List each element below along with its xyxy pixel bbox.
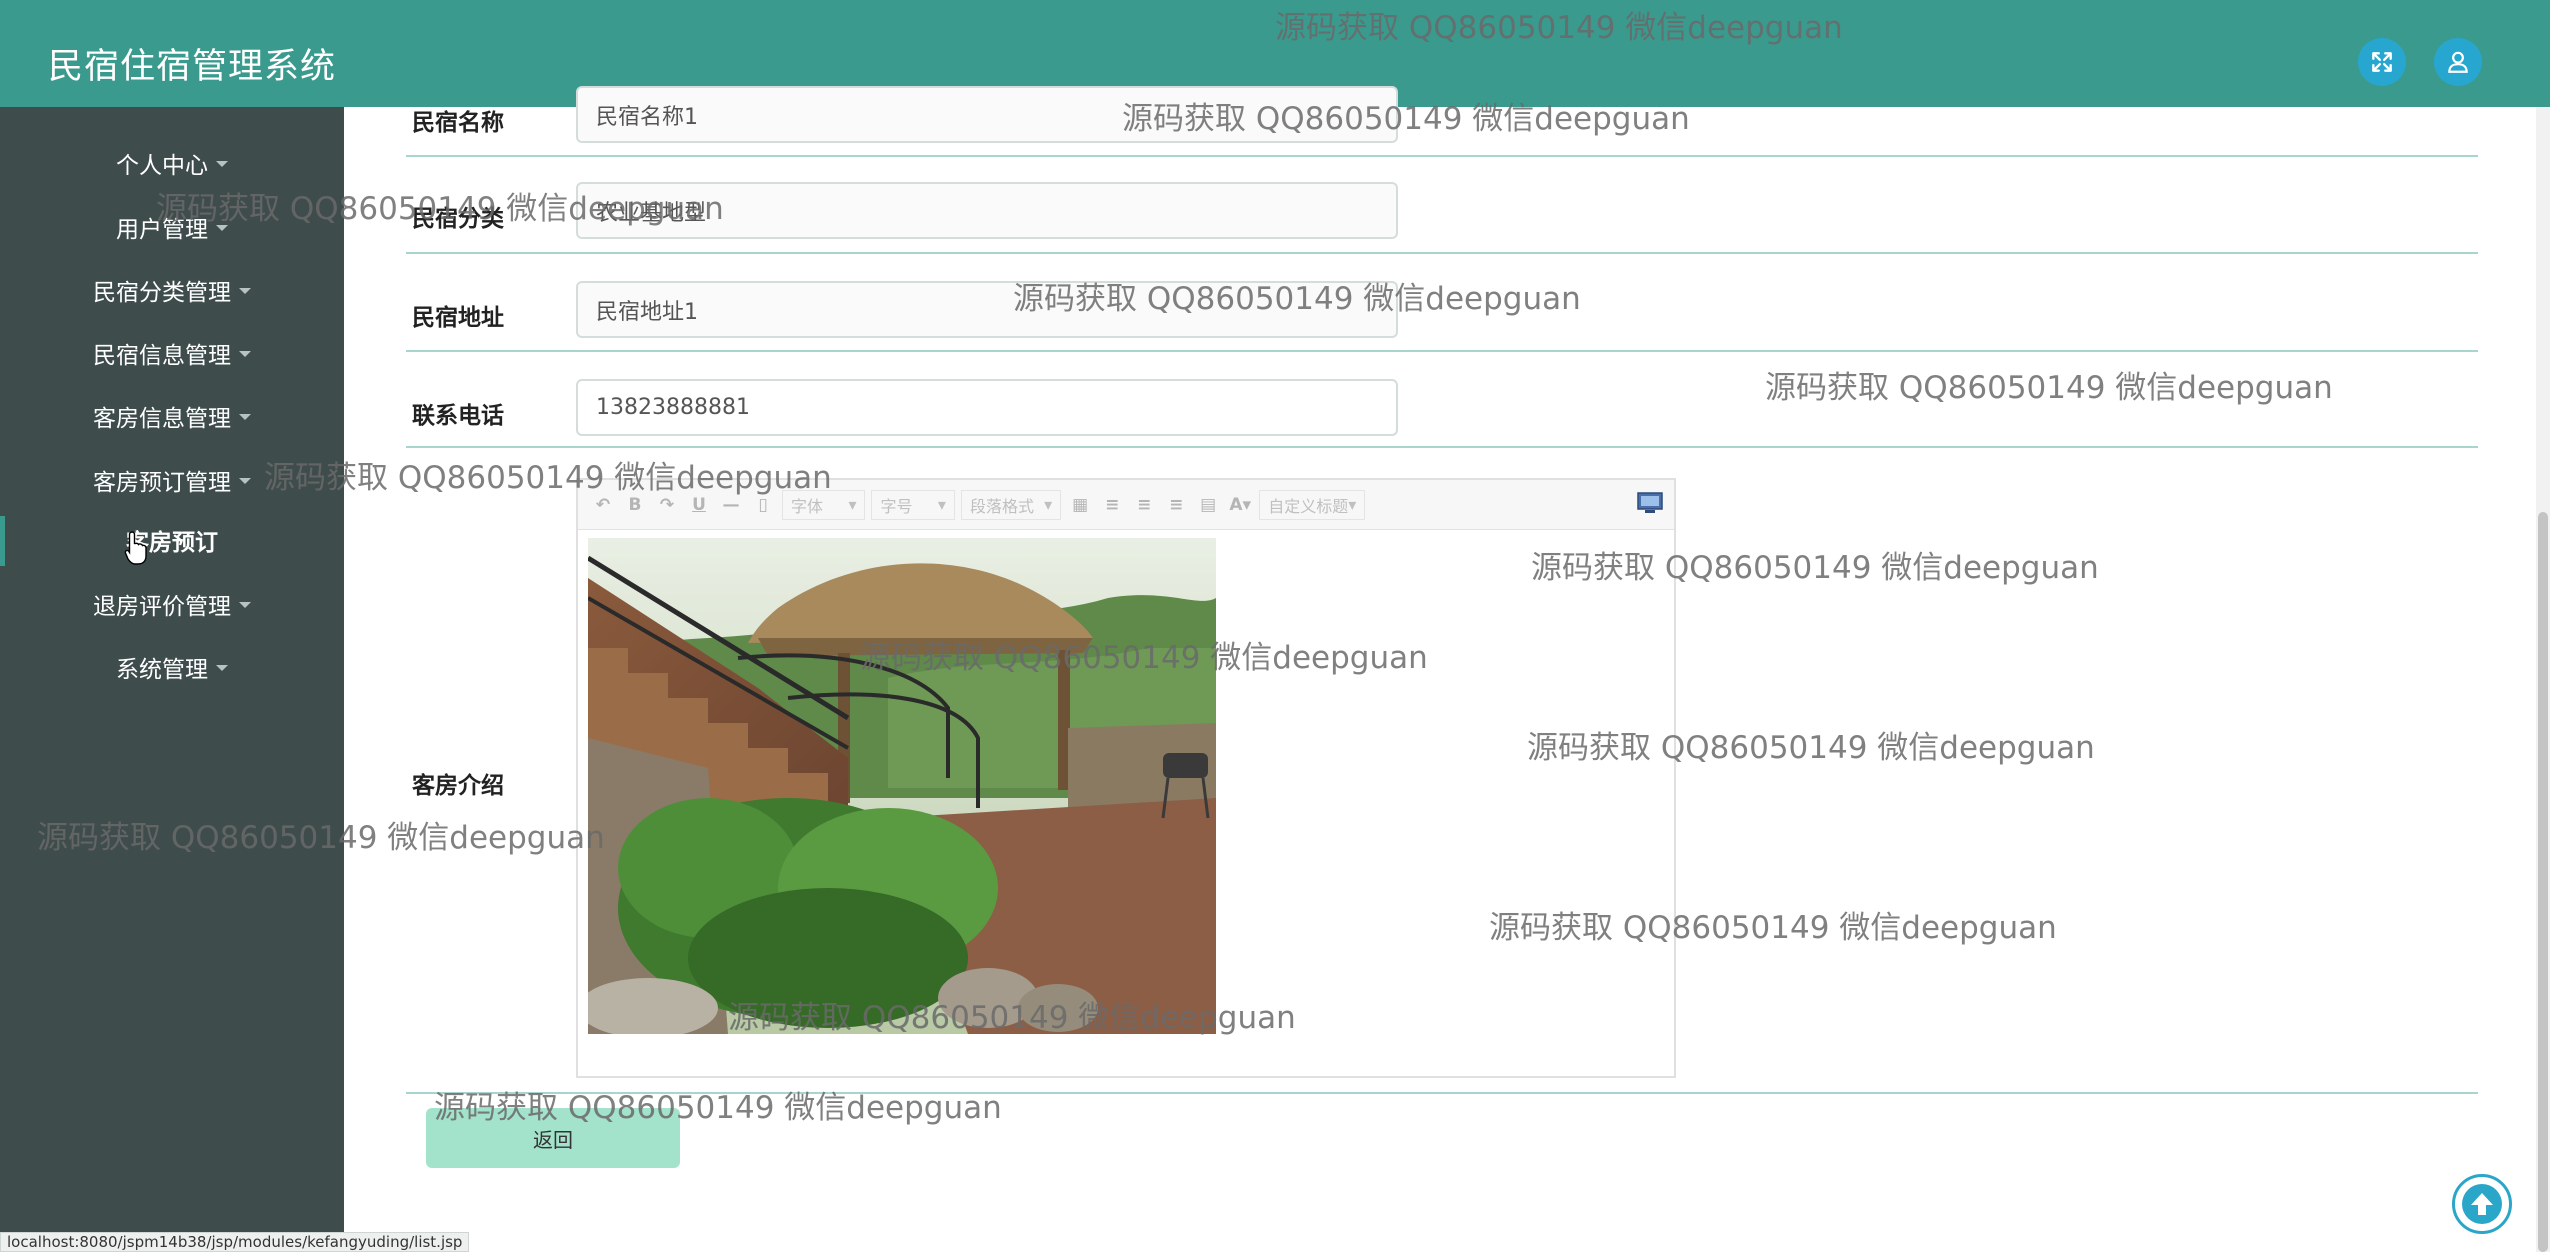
caret-down-icon (239, 288, 251, 294)
sidebar-item-label: 客房信息管理 (93, 406, 231, 432)
watermark-text: 源码获取 QQ86050149 微信deepguan (728, 1000, 1296, 1036)
homestay-name-label: 民宿名称 (412, 110, 504, 136)
caret-down-icon (239, 478, 251, 484)
active-indicator (0, 516, 5, 566)
paragraph-select-label: 段落格式 (969, 496, 1034, 516)
underline-icon[interactable]: U (686, 495, 712, 515)
back-to-top-button[interactable] (2452, 1174, 2512, 1234)
watermark-text: 源码获取 QQ86050149 微信deepguan (860, 640, 1428, 676)
hand-cursor-icon (124, 531, 147, 565)
caret-down-icon (216, 665, 228, 671)
sidebar-item-label: 客房预订管理 (93, 470, 231, 496)
row-divider (406, 155, 2478, 157)
clear-format-icon[interactable]: ▯ (750, 495, 776, 515)
row-divider (406, 446, 2478, 448)
user-icon (2448, 51, 2468, 73)
caret-down-icon (239, 414, 251, 420)
caret-down-icon (216, 161, 228, 167)
custom-title-select[interactable]: 自定义标题 ▾ (1259, 489, 1366, 520)
row-divider (406, 350, 2478, 352)
phone-label: 联系电话 (412, 403, 504, 429)
sidebar-item-checkout-review-management[interactable]: 退房评价管理 (0, 576, 344, 632)
sidebar-item-category-management[interactable]: 民宿分类管理 (0, 262, 344, 318)
room-photo (588, 538, 1216, 1034)
watermark-text: 源码获取 QQ86050149 微信deepguan (1013, 281, 1581, 317)
watermark-text: 源码获取 QQ86050149 微信deepguan (156, 191, 724, 227)
homestay-address-label: 民宿地址 (412, 305, 504, 331)
sidebar-item-label: 系统管理 (116, 657, 208, 683)
sidebar-item-room-booking[interactable]: 客房预订 (0, 512, 344, 568)
sidebar-item-homestay-info-management[interactable]: 民宿信息管理 (0, 325, 344, 381)
align-right-icon[interactable]: ≡ (1131, 495, 1157, 515)
fullscreen-button[interactable] (2358, 38, 2406, 86)
custom-title-label: 自定义标题 (1268, 496, 1349, 516)
sidebar-item-system-management[interactable]: 系统管理 (0, 639, 344, 695)
room-intro-editor[interactable]: ↶ B ↷ U — ▯ 字体 ▾ 字号 ▾ 段落格式 ▾ ▦ ≡ ≡ ≡ ▤ A… (576, 478, 1676, 1078)
watermark-text: 源码获取 QQ86050149 微信deepguan (1122, 101, 1690, 137)
source-view-icon[interactable] (1636, 490, 1664, 516)
caret-down-icon (239, 602, 251, 608)
align-left-icon[interactable]: ≡ (1099, 495, 1125, 515)
room-intro-label: 客房介绍 (412, 773, 504, 799)
sidebar-item-label: 退房评价管理 (93, 594, 231, 620)
sidebar-item-label: 个人中心 (116, 153, 208, 179)
watermark-text: 源码获取 QQ86050149 微信deepguan (1275, 10, 1843, 46)
sidebar-item-label: 民宿分类管理 (93, 280, 231, 306)
fullscreen-icon (2372, 52, 2392, 72)
font-color-label: A (1229, 494, 1243, 515)
watermark-text: 源码获取 QQ86050149 微信deepguan (37, 820, 605, 856)
browser-status-bar: localhost:8080/jspm14b38/jsp/modules/kef… (0, 1232, 470, 1252)
redo-icon[interactable]: ↷ (654, 495, 680, 515)
watermark-text: 源码获取 QQ86050149 微信deepguan (264, 460, 832, 496)
paragraph-format-select[interactable]: 段落格式 ▾ (960, 489, 1062, 520)
size-select-label: 字号 (880, 496, 913, 516)
phone-field[interactable]: 13823888881 (576, 379, 1398, 436)
font-color-icon[interactable]: A▾ (1227, 495, 1253, 515)
watermark-text: 源码获取 QQ86050149 微信deepguan (1531, 550, 2099, 586)
watermark-text: 源码获取 QQ86050149 微信deepguan (1765, 370, 2333, 406)
watermark-text: 源码获取 QQ86050149 微信deepguan (1527, 730, 2095, 766)
caret-down-icon (239, 351, 251, 357)
sidebar-item-label: 民宿信息管理 (93, 343, 231, 369)
table-icon[interactable]: ▦ (1067, 495, 1093, 515)
scrollbar-thumb[interactable] (2538, 512, 2548, 1252)
sidebar-item-room-info-management[interactable]: 客房信息管理 (0, 388, 344, 444)
undo-icon[interactable]: ↶ (590, 495, 616, 515)
user-button[interactable] (2434, 38, 2482, 86)
sidebar: 个人中心 用户管理 民宿分类管理 民宿信息管理 客房信息管理 客房预订管理 客房… (0, 107, 344, 1252)
font-size-select[interactable]: 字号 ▾ (871, 489, 955, 520)
watermark-text: 源码获取 QQ86050149 微信deepguan (1489, 910, 2057, 946)
row-divider (406, 252, 2478, 254)
app-title: 民宿住宿管理系统 (48, 47, 337, 87)
watermark-text: 源码获取 QQ86050149 微信deepguan (434, 1090, 1002, 1126)
arrow-up-icon (2462, 1184, 2502, 1224)
align-center-icon[interactable]: ≡ (1163, 495, 1189, 515)
align-justify-icon[interactable]: ▤ (1195, 495, 1221, 515)
bold-icon[interactable]: B (622, 495, 648, 515)
horizontal-rule-icon[interactable]: — (718, 495, 744, 515)
